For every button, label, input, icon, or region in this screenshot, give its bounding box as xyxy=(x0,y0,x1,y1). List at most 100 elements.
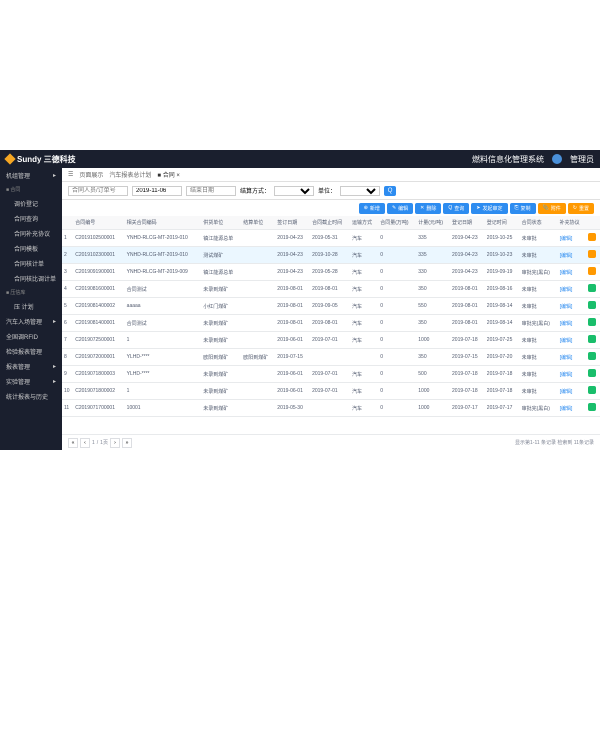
delete-button[interactable]: ✕ 删除 xyxy=(415,203,441,214)
status-badge-icon[interactable] xyxy=(588,267,596,275)
table-row[interactable]: 6C2019081400001合同测试未录到煤矿2019-08-012019-0… xyxy=(62,315,600,332)
sidebar-group-contract[interactable]: ■ 合同 xyxy=(0,183,62,196)
table-header[interactable]: 合同量(万吨) xyxy=(378,216,416,230)
table-header[interactable]: 登记时间 xyxy=(485,216,520,230)
table-row[interactable]: 4C2019081600001合同测试未录到煤矿2019-08-012019-0… xyxy=(62,281,600,298)
status-badge-icon[interactable] xyxy=(588,369,596,377)
search-button[interactable]: Q xyxy=(384,186,396,196)
attach-button[interactable]: 📎 附件 xyxy=(538,203,566,214)
table-header[interactable]: 计量(元/吨) xyxy=(416,216,450,230)
top-bar: Sundy 三德科技 燃料信息化管理系统 管理员 xyxy=(0,150,600,168)
edit-link[interactable]: [编辑] xyxy=(560,270,573,276)
sidebar-item-price-reg[interactable]: 调价登记 xyxy=(0,196,62,211)
edit-link[interactable]: [编辑] xyxy=(560,321,573,327)
table-header[interactable]: 合同编号 xyxy=(73,216,124,230)
page-last-button[interactable]: » xyxy=(122,438,132,448)
page-total: 1页 xyxy=(100,439,108,446)
sidebar-rfid[interactable]: 全国调RFID xyxy=(0,329,62,344)
status-badge-icon[interactable] xyxy=(588,233,596,241)
filter-date-input[interactable] xyxy=(132,186,182,196)
record-info: 显示第1-11 条记录 检索到 11条记录 xyxy=(515,439,594,446)
data-table: 合同编号相关合同编码供货单位结算单位签订日期合同截止时间运输方式合同量(万吨)计… xyxy=(62,216,600,417)
sidebar-item-compare[interactable]: 合同核比调计单 xyxy=(0,271,62,286)
sidebar-report[interactable]: 报表管理▸ xyxy=(0,359,62,374)
page-next-button[interactable]: › xyxy=(110,438,120,448)
avatar-icon[interactable] xyxy=(552,154,562,164)
filter-contract-input[interactable] xyxy=(68,186,128,196)
copy-button[interactable]: ⎘ 复制 xyxy=(510,203,536,214)
status-badge-icon[interactable] xyxy=(588,318,596,326)
edit-link[interactable]: [编辑] xyxy=(560,389,573,395)
filter-settle-label: 结算方式： xyxy=(240,186,270,195)
table-footer: « ‹ 1 / 1页 › » 显示第1-11 条记录 检索到 11条记录 xyxy=(62,434,600,450)
sidebar-item-contract-query[interactable]: 合同查询 xyxy=(0,211,62,226)
table-row[interactable]: 10C20190718000021未录到煤矿2019-06-012019-07-… xyxy=(62,383,600,400)
status-badge-icon[interactable] xyxy=(588,403,596,411)
status-badge-icon[interactable] xyxy=(588,335,596,343)
page-current: 1 xyxy=(92,440,95,446)
edit-link[interactable]: [编辑] xyxy=(560,338,573,344)
sidebar-stats[interactable]: 统计报表与历史 xyxy=(0,389,62,404)
bc-item-2[interactable]: 汽车报表总计划 xyxy=(109,170,151,179)
table-header[interactable]: 运输方式 xyxy=(350,216,378,230)
sidebar-group-lib[interactable]: ■ 压信库 xyxy=(0,286,62,299)
status-badge-icon[interactable] xyxy=(588,352,596,360)
table-row[interactable]: 5C2019081400002aaaaa小红门煤矿2019-08-012019-… xyxy=(62,298,600,315)
edit-link[interactable]: [编辑] xyxy=(560,406,573,412)
table-row[interactable]: 9C2019071800003YLHD-****未录到煤矿2019-06-012… xyxy=(62,366,600,383)
bc-item-3[interactable]: ■ 合同 × xyxy=(157,170,179,179)
sidebar-top[interactable]: 机组管理▸ xyxy=(0,168,62,183)
send-button[interactable]: ➤ 发起审定 xyxy=(471,203,507,214)
table-header[interactable]: 相关合同编码 xyxy=(125,216,202,230)
edit-link[interactable]: [编辑] xyxy=(560,304,573,310)
table-row[interactable]: 11C201907170000110001未录到煤矿2019-05-30汽车01… xyxy=(62,400,600,417)
table-header[interactable] xyxy=(62,216,73,230)
sidebar-item-supplement[interactable]: 合同补充协议 xyxy=(0,226,62,241)
filter-settle-select[interactable] xyxy=(274,186,314,196)
brand-logo-icon xyxy=(4,153,15,164)
filter-unit-select[interactable] xyxy=(340,186,380,196)
status-badge-icon[interactable] xyxy=(588,386,596,394)
status-badge-icon[interactable] xyxy=(588,284,596,292)
status-badge-icon[interactable] xyxy=(588,250,596,258)
page-prev-button[interactable]: ‹ xyxy=(80,438,90,448)
table-row[interactable]: 7C20190725000011未录到煤矿2019-06-012019-07-0… xyxy=(62,332,600,349)
sidebar-item-template[interactable]: 合同模板 xyxy=(0,241,62,256)
edit-button[interactable]: ✎ 编辑 xyxy=(387,203,413,214)
table-header[interactable]: 签订日期 xyxy=(275,216,310,230)
system-area: 燃料信息化管理系统 管理员 xyxy=(472,154,594,165)
table-container: 合同编号相关合同编码供货单位结算单位签订日期合同截止时间运输方式合同量(万吨)计… xyxy=(62,216,600,434)
table-header[interactable]: 结算单位 xyxy=(241,216,275,230)
brand: Sundy 三德科技 xyxy=(6,154,76,165)
filter-enddate-input[interactable] xyxy=(186,186,236,196)
sidebar-inspect[interactable]: 检验报表管理 xyxy=(0,344,62,359)
edit-link[interactable]: [编辑] xyxy=(560,372,573,378)
table-header[interactable]: 供货单位 xyxy=(201,216,241,230)
table-header[interactable]: 登记日期 xyxy=(450,216,485,230)
table-header[interactable] xyxy=(586,216,600,230)
edit-link[interactable]: [编辑] xyxy=(560,253,573,259)
query-button[interactable]: Q 查询 xyxy=(443,203,469,214)
table-row[interactable]: 3C2019091900001YNHD-RLCG-MT-2019-009镇江能源… xyxy=(62,264,600,281)
sidebar-exp[interactable]: 实验管理▸ xyxy=(0,374,62,389)
refresh-button[interactable]: ↻ 重置 xyxy=(568,203,594,214)
sidebar-item-calc[interactable]: 合同核计单 xyxy=(0,256,62,271)
status-badge-icon[interactable] xyxy=(588,301,596,309)
bc-item-1[interactable]: 页面展示 xyxy=(79,170,103,179)
edit-link[interactable]: [编辑] xyxy=(560,287,573,293)
table-header[interactable]: 补充协议 xyxy=(558,216,586,230)
filter-unit-label: 单位： xyxy=(318,186,336,195)
sidebar-car-entry[interactable]: 汽车入场管理▸ xyxy=(0,314,62,329)
table-header[interactable]: 合同状态 xyxy=(520,216,558,230)
breadcrumb: ☰ 页面展示 汽车报表总计划 ■ 合同 × xyxy=(62,168,600,182)
table-header[interactable]: 合同截止时间 xyxy=(310,216,350,230)
page-first-button[interactable]: « xyxy=(68,438,78,448)
add-button[interactable]: ⊕ 新增 xyxy=(359,203,385,214)
home-icon[interactable]: ☰ xyxy=(68,171,73,178)
edit-link[interactable]: [编辑] xyxy=(560,236,573,242)
sidebar-item-plan[interactable]: 压 计划 xyxy=(0,299,62,314)
edit-link[interactable]: [编辑] xyxy=(560,355,573,361)
table-row[interactable]: 1C2019102500001YNHD-RLCG-MT-2019-010镇江能源… xyxy=(62,230,600,247)
table-row[interactable]: 2C2019102300001YNHD-RLCG-MT-2019-010测试煤矿… xyxy=(62,247,600,264)
table-row[interactable]: 8C2019072000001YLHD-****欧阳到煤矿欧阳到煤矿2019-0… xyxy=(62,349,600,366)
